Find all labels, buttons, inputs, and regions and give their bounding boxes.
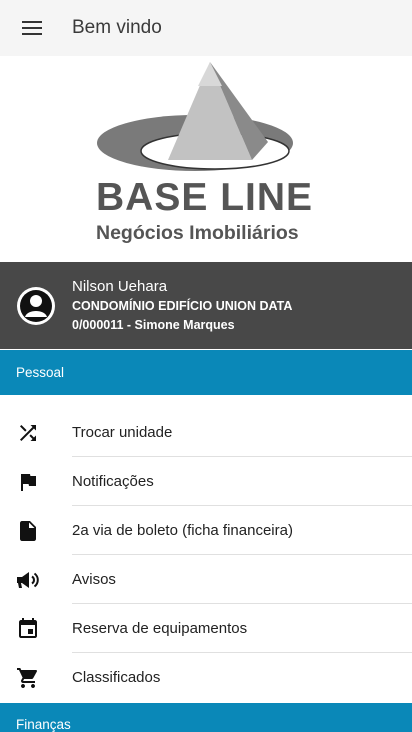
logo-tagline-text: Negócios Imobiliários: [96, 222, 299, 244]
unit-info: 0/000011 - Simone Marques: [72, 318, 235, 332]
hamburger-menu-icon[interactable]: [0, 0, 64, 56]
menu-item-label: Reserva de equipamentos: [72, 620, 248, 637]
page-title: Bem vindo: [72, 17, 162, 38]
megaphone-icon: [0, 555, 56, 604]
company-logo: BASE LINE Negócios Imobiliários: [0, 56, 412, 262]
menu-item-label: Trocar unidade: [72, 424, 173, 441]
menu-item-notificacoes[interactable]: Notificações: [0, 457, 412, 506]
app-bar: Bem vindo: [0, 0, 412, 56]
user-profile-header: Nilson Uehara CONDOMÍNIO EDIFÍCIO UNION …: [0, 262, 412, 349]
document-icon: [0, 506, 56, 555]
menu-item-reserva-equipamentos[interactable]: Reserva de equipamentos: [0, 604, 412, 653]
menu-item-label: Avisos: [72, 571, 116, 588]
menu-list: Trocar unidade Notificações 2a via de bo…: [0, 408, 412, 702]
section-header-pessoal: Pessoal: [0, 350, 412, 395]
menu-item-classificados[interactable]: Classificados: [0, 653, 412, 702]
account-circle-icon: [16, 286, 56, 326]
calendar-event-icon: [0, 604, 56, 653]
menu-item-label: Notificações: [72, 473, 154, 490]
flag-icon: [0, 457, 56, 506]
user-name: Nilson Uehara: [72, 278, 168, 295]
menu-item-label: 2a via de boleto (ficha financeira): [72, 522, 293, 539]
shuffle-icon: [0, 408, 56, 457]
logo-brand-text: BASE LINE: [96, 176, 314, 219]
menu-item-label: Classificados: [72, 669, 161, 686]
section-header-financas: Finanças: [0, 703, 412, 732]
menu-item-boleto[interactable]: 2a via de boleto (ficha financeira): [0, 506, 412, 555]
shopping-cart-icon: [0, 653, 56, 702]
condominium-name: CONDOMÍNIO EDIFÍCIO UNION DATA: [72, 299, 293, 313]
menu-item-trocar-unidade[interactable]: Trocar unidade: [0, 408, 412, 457]
menu-item-avisos[interactable]: Avisos: [0, 555, 412, 604]
